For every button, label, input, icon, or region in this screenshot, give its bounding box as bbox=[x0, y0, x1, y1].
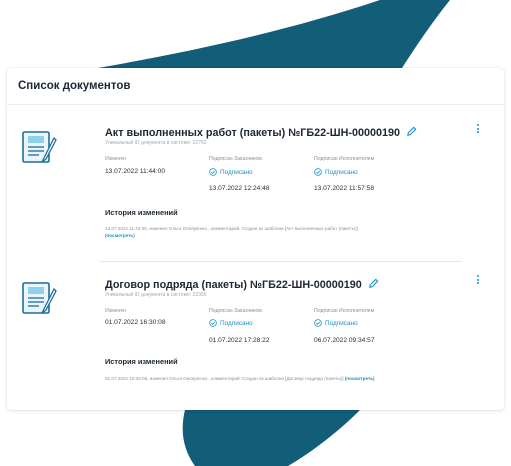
document-title[interactable]: Договор подряда (пакеты) №ГБ22-ШН-000001… bbox=[105, 278, 379, 291]
history-text: 13.07.2022 11:44:00, изменил Ольга Онопр… bbox=[105, 226, 358, 231]
document-title-link[interactable]: Договор подряда (пакеты) №ГБ22-ШН-000001… bbox=[105, 279, 362, 291]
edit-pencil-icon[interactable] bbox=[406, 126, 417, 137]
check-circle-icon bbox=[314, 168, 322, 176]
history-view-link[interactable]: (посмотреть) bbox=[345, 376, 375, 381]
executor-status-text: Подписано bbox=[325, 320, 358, 327]
customer-signed-label: Подписан Заказчиком bbox=[209, 308, 262, 314]
document-separator bbox=[99, 261, 462, 262]
customer-status: Подписано bbox=[209, 319, 253, 327]
check-circle-icon bbox=[209, 319, 217, 327]
history-text: 01.07.2022 16:30:08, изменил Ольга Онопр… bbox=[105, 376, 375, 381]
customer-signed-label: Подписан Заказчиком bbox=[209, 156, 262, 162]
executor-signed-label: Подписан Исполнителем bbox=[314, 308, 375, 314]
check-circle-icon bbox=[209, 168, 217, 176]
document-title-link[interactable]: Акт выполненных работ (пакеты) №ГБ22-ШН-… bbox=[105, 127, 400, 139]
document-list-card: Список документов Акт выполненных работ … bbox=[7, 68, 504, 410]
executor-signed-date: 13.07.2022 11:57:58 bbox=[314, 185, 375, 192]
changed-value: 13.07.2022 11:44:00 bbox=[105, 168, 166, 175]
more-menu-button[interactable] bbox=[475, 124, 481, 136]
document-icon bbox=[22, 131, 57, 163]
customer-status-text: Подписано bbox=[220, 169, 253, 176]
executor-status: Подписано bbox=[314, 168, 358, 176]
history-title: История изменений bbox=[105, 208, 178, 217]
changed-value: 01.07.2022 16:30:08 bbox=[105, 319, 166, 326]
customer-signed-date: 01.07.2022 17:28:22 bbox=[209, 337, 270, 344]
customer-signed-date: 13.07.2022 12:24:48 bbox=[209, 185, 270, 192]
edit-pencil-icon[interactable] bbox=[368, 278, 379, 289]
changed-label: Изменен bbox=[105, 308, 127, 314]
document-uid: Уникальный ID документа в системе: 22762 bbox=[105, 140, 207, 146]
title-divider bbox=[7, 104, 504, 105]
history-view-link[interactable]: (посмотреть) bbox=[105, 233, 135, 238]
customer-status-text: Подписано bbox=[220, 320, 253, 327]
list-title: Список документов bbox=[18, 80, 131, 92]
document-uid: Уникальный ID документа в системе: 22365 bbox=[105, 292, 207, 298]
document-title[interactable]: Акт выполненных работ (пакеты) №ГБ22-ШН-… bbox=[105, 126, 417, 139]
more-menu-button[interactable] bbox=[475, 275, 481, 287]
check-circle-icon bbox=[314, 319, 322, 327]
executor-status-text: Подписано bbox=[325, 169, 358, 176]
customer-status: Подписано bbox=[209, 168, 253, 176]
history-entry: 13.07.2022 11:44:00, изменил Ольга Онопр… bbox=[105, 226, 358, 231]
history-title: История изменений bbox=[105, 357, 178, 366]
executor-signed-date: 06.07.2022 09:34:57 bbox=[314, 337, 375, 344]
changed-label: Изменен bbox=[105, 156, 127, 162]
document-icon bbox=[22, 282, 57, 314]
history-link-row: (посмотреть) bbox=[105, 233, 135, 238]
executor-signed-label: Подписан Исполнителем bbox=[314, 156, 375, 162]
executor-status: Подписано bbox=[314, 319, 358, 327]
history-entry: 01.07.2022 16:30:08, изменил Ольга Онопр… bbox=[105, 376, 344, 381]
